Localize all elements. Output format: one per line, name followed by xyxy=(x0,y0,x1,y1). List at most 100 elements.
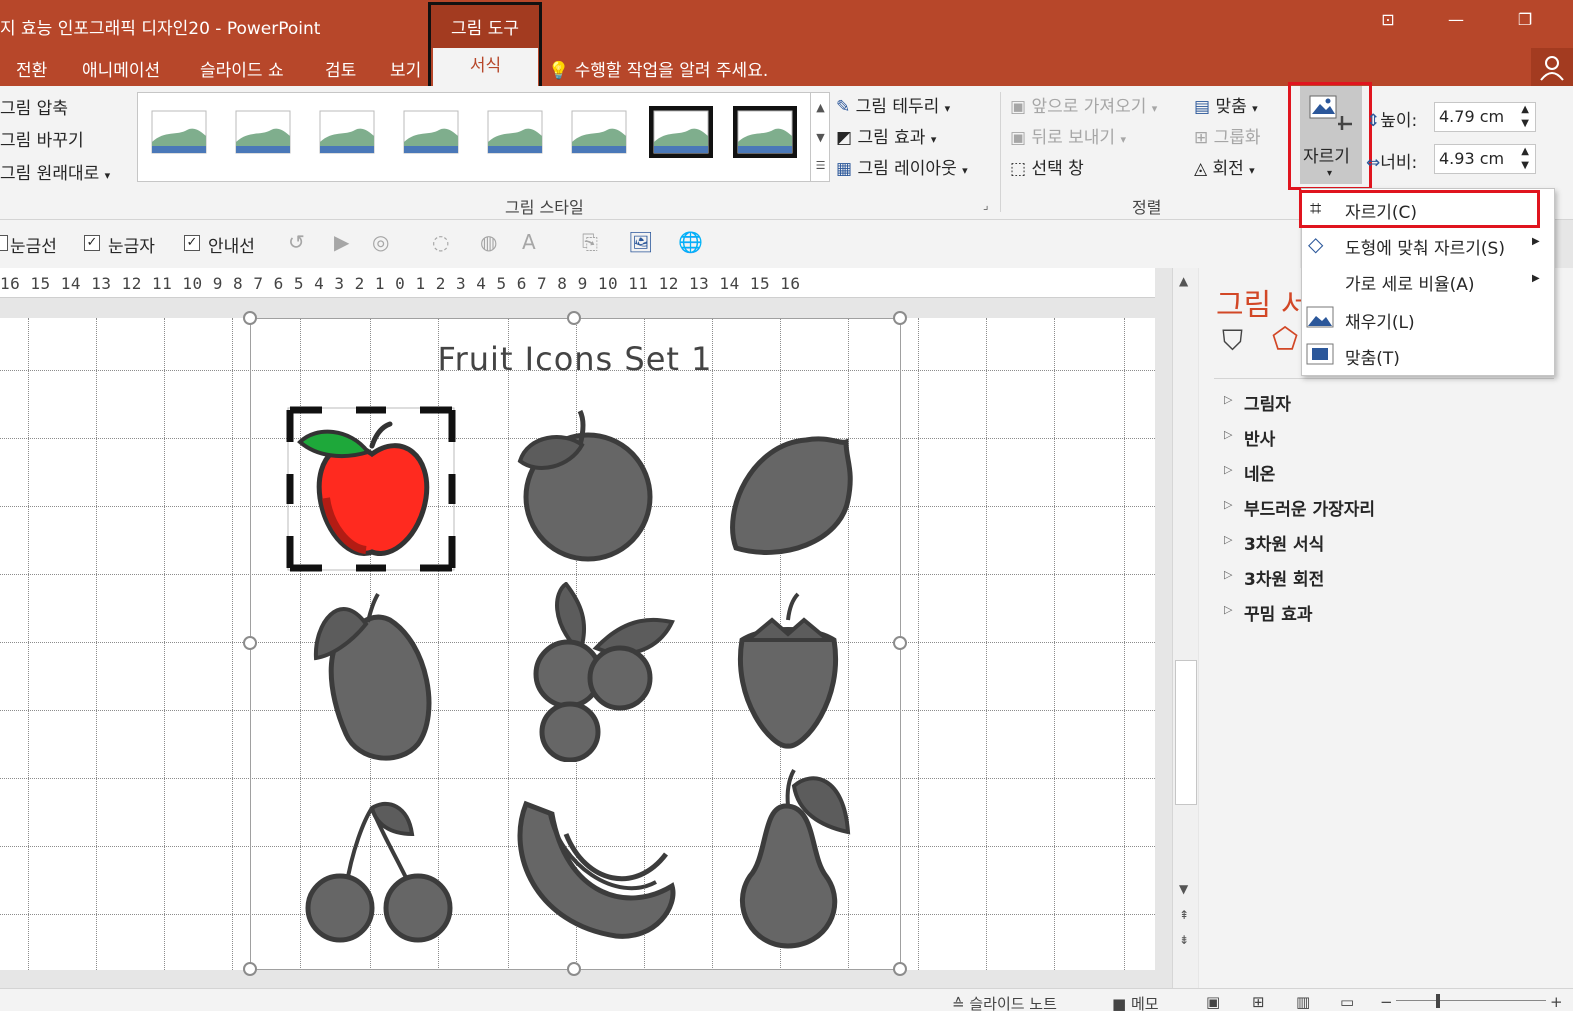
expand-arrow-icon[interactable]: ▷ xyxy=(1224,428,1232,441)
pane-section-item[interactable]: 그림자 xyxy=(1244,390,1291,415)
scrollbar-thumb[interactable] xyxy=(1175,660,1197,805)
zoom-slider[interactable] xyxy=(1396,1000,1546,1001)
pane-section-item[interactable]: 3차원 회전 xyxy=(1244,565,1324,590)
shape-union-icon[interactable]: ◌ xyxy=(432,230,449,254)
style-thumbnail[interactable] xyxy=(315,106,379,158)
expand-arrow-icon[interactable]: ▷ xyxy=(1224,568,1232,581)
expand-arrow-icon[interactable]: ▷ xyxy=(1224,533,1232,546)
pane-section-item[interactable]: 부드러운 가장자리 xyxy=(1244,495,1375,520)
effects-pentagon-icon[interactable]: ⬠ xyxy=(1272,322,1298,357)
picture-effects-button[interactable]: ◩ 그림 효과 ▾ xyxy=(836,123,936,148)
resize-handle-t[interactable] xyxy=(567,311,581,325)
slideshow-icon[interactable]: ▶ xyxy=(334,230,349,254)
style-thumbnail[interactable] xyxy=(567,106,631,158)
expand-arrow-icon[interactable]: ▷ xyxy=(1224,498,1232,511)
vertical-scrollbar[interactable]: ▲ ▼ ⇞ ⇟ xyxy=(1172,268,1198,988)
pane-section-item[interactable]: 꾸밈 효과 xyxy=(1244,600,1312,625)
gallery-down-icon[interactable]: ▼ xyxy=(810,123,830,153)
slide-title[interactable]: Fruit Icons Set 1 xyxy=(250,340,900,378)
menu-item-fit[interactable]: 맞춤(T) xyxy=(1345,344,1400,369)
notes-button[interactable]: ≙ 슬라이드 노트 xyxy=(952,993,1057,1011)
pen-icon: ✎ xyxy=(836,97,851,117)
zoom-in-icon[interactable]: + xyxy=(1550,993,1563,1011)
zoom-out-icon[interactable]: − xyxy=(1380,993,1393,1011)
selection-pane-button[interactable]: ⬚ 선택 창 xyxy=(1010,154,1084,179)
expand-arrow-icon[interactable]: ▷ xyxy=(1224,463,1232,476)
resize-handle-tl[interactable] xyxy=(243,311,257,325)
shape-intersect-icon[interactable]: ◍ xyxy=(480,230,497,254)
tab-slideshow[interactable]: 슬라이드 쇼 xyxy=(200,56,284,81)
gallery-up-icon[interactable]: ▲ xyxy=(810,93,830,123)
fill-line-icon[interactable]: ⛉ xyxy=(1222,324,1243,358)
style-thumbnail[interactable] xyxy=(147,106,211,158)
align-button[interactable]: ▤ 맞춤 ▾ xyxy=(1194,92,1258,117)
style-thumbnail[interactable] xyxy=(399,106,463,158)
gridlines-label: 눈금선 xyxy=(10,237,57,257)
style-thumbnail[interactable] xyxy=(733,106,797,158)
rotate-icon: ◬ xyxy=(1194,159,1208,179)
tab-transitions[interactable]: 전환 xyxy=(16,56,47,81)
previous-slide-icon[interactable]: ⇞ xyxy=(1179,908,1189,922)
group-button[interactable]: ⊞ 그룹화 xyxy=(1194,123,1261,148)
restore-icon[interactable]: ❐ xyxy=(1510,10,1540,36)
next-slide-icon[interactable]: ⇟ xyxy=(1179,933,1189,947)
apple-icon[interactable] xyxy=(286,406,456,572)
ribbon-display-icon[interactable]: ⊡ xyxy=(1373,10,1403,36)
guides-checkbox[interactable]: ✓ xyxy=(184,235,200,251)
resize-handle-br[interactable] xyxy=(893,962,907,976)
resize-handle-bl[interactable] xyxy=(243,962,257,976)
picture-icon[interactable]: 🖼 xyxy=(628,230,653,254)
normal-view-icon[interactable]: ▣ xyxy=(1206,993,1220,1011)
reading-view-icon[interactable]: ▥ xyxy=(1296,993,1310,1011)
resize-handle-l[interactable] xyxy=(243,636,257,650)
tab-review[interactable]: 검토 xyxy=(325,56,356,81)
bring-forward-button[interactable]: ▣ 앞으로 가져오기 ▾ xyxy=(1010,92,1157,117)
refresh-icon[interactable]: ↺ xyxy=(288,230,305,254)
pane-section-item[interactable]: 3차원 서식 xyxy=(1244,530,1324,555)
style-thumbnail[interactable] xyxy=(649,106,713,158)
online-picture-icon[interactable]: 🌐 xyxy=(678,230,703,254)
gallery-more-icon[interactable]: ☰ xyxy=(810,151,830,181)
style-thumbnail[interactable] xyxy=(231,106,295,158)
account-area[interactable] xyxy=(1531,48,1573,86)
group-separator xyxy=(1000,92,1001,212)
rotate-button[interactable]: ◬ 회전 ▾ xyxy=(1194,154,1255,179)
style-thumbnail[interactable] xyxy=(483,106,547,158)
merge-shapes-icon[interactable]: ◎ xyxy=(372,230,389,254)
menu-item-aspect-ratio[interactable]: 가로 세로 비율(A) xyxy=(1345,270,1475,295)
reset-picture-button[interactable]: 그림 원래대로 ▾ xyxy=(0,159,110,184)
gridline-vertical xyxy=(96,318,97,970)
expand-arrow-icon[interactable]: ▷ xyxy=(1224,603,1232,616)
menu-item-fill[interactable]: 채우기(L) xyxy=(1345,308,1415,333)
width-input[interactable]: 4.93 cm ▲ ▼ xyxy=(1434,144,1536,174)
minimize-icon[interactable]: — xyxy=(1441,10,1471,36)
resize-handle-b[interactable] xyxy=(567,962,581,976)
scroll-up-icon[interactable]: ▲ xyxy=(1179,274,1188,288)
picture-border-button[interactable]: ✎ 그림 테두리 ▾ xyxy=(836,92,950,117)
ruler-checkbox[interactable]: ✓ xyxy=(84,235,100,251)
slideshow-view-icon[interactable]: ▭ xyxy=(1340,993,1354,1011)
resize-handle-r[interactable] xyxy=(893,636,907,650)
tab-view[interactable]: 보기 xyxy=(390,56,421,81)
comments-button[interactable]: ■ 메모 xyxy=(1112,993,1159,1011)
menu-item-crop-to-shape[interactable]: 도형에 맞춰 자르기(S) xyxy=(1345,234,1505,259)
tab-animations[interactable]: 애니메이션 xyxy=(82,56,160,81)
compress-pictures-button[interactable]: 그림 압축 xyxy=(0,94,68,119)
dialog-launcher-icon[interactable]: ⌟ xyxy=(983,198,989,212)
pear-icon xyxy=(739,769,851,949)
gridlines-checkbox[interactable] xyxy=(0,235,8,251)
slide-sorter-icon[interactable]: ⊞ xyxy=(1252,993,1265,1011)
tell-me-box[interactable]: 💡 수행할 작업을 알려 주세요. xyxy=(548,56,768,81)
resize-handle-tr[interactable] xyxy=(893,311,907,325)
clipboard-icon[interactable]: ⎘ xyxy=(582,230,598,254)
scroll-down-icon[interactable]: ▼ xyxy=(1179,882,1188,896)
height-input[interactable]: 4.79 cm ▲ ▼ xyxy=(1434,102,1536,132)
send-backward-button[interactable]: ▣ 뒤로 보내기 ▾ xyxy=(1010,123,1126,148)
picture-layout-button[interactable]: ▦ 그림 레이아웃 ▾ xyxy=(836,154,968,179)
change-picture-button[interactable]: 그림 바꾸기 xyxy=(0,126,84,151)
pane-section-item[interactable]: 네온 xyxy=(1244,460,1275,485)
expand-arrow-icon[interactable]: ▷ xyxy=(1224,393,1232,406)
zoom-slider-thumb[interactable] xyxy=(1436,994,1440,1008)
pane-section-item[interactable]: 반사 xyxy=(1244,425,1275,450)
text-effects-icon[interactable]: A xyxy=(522,230,536,254)
